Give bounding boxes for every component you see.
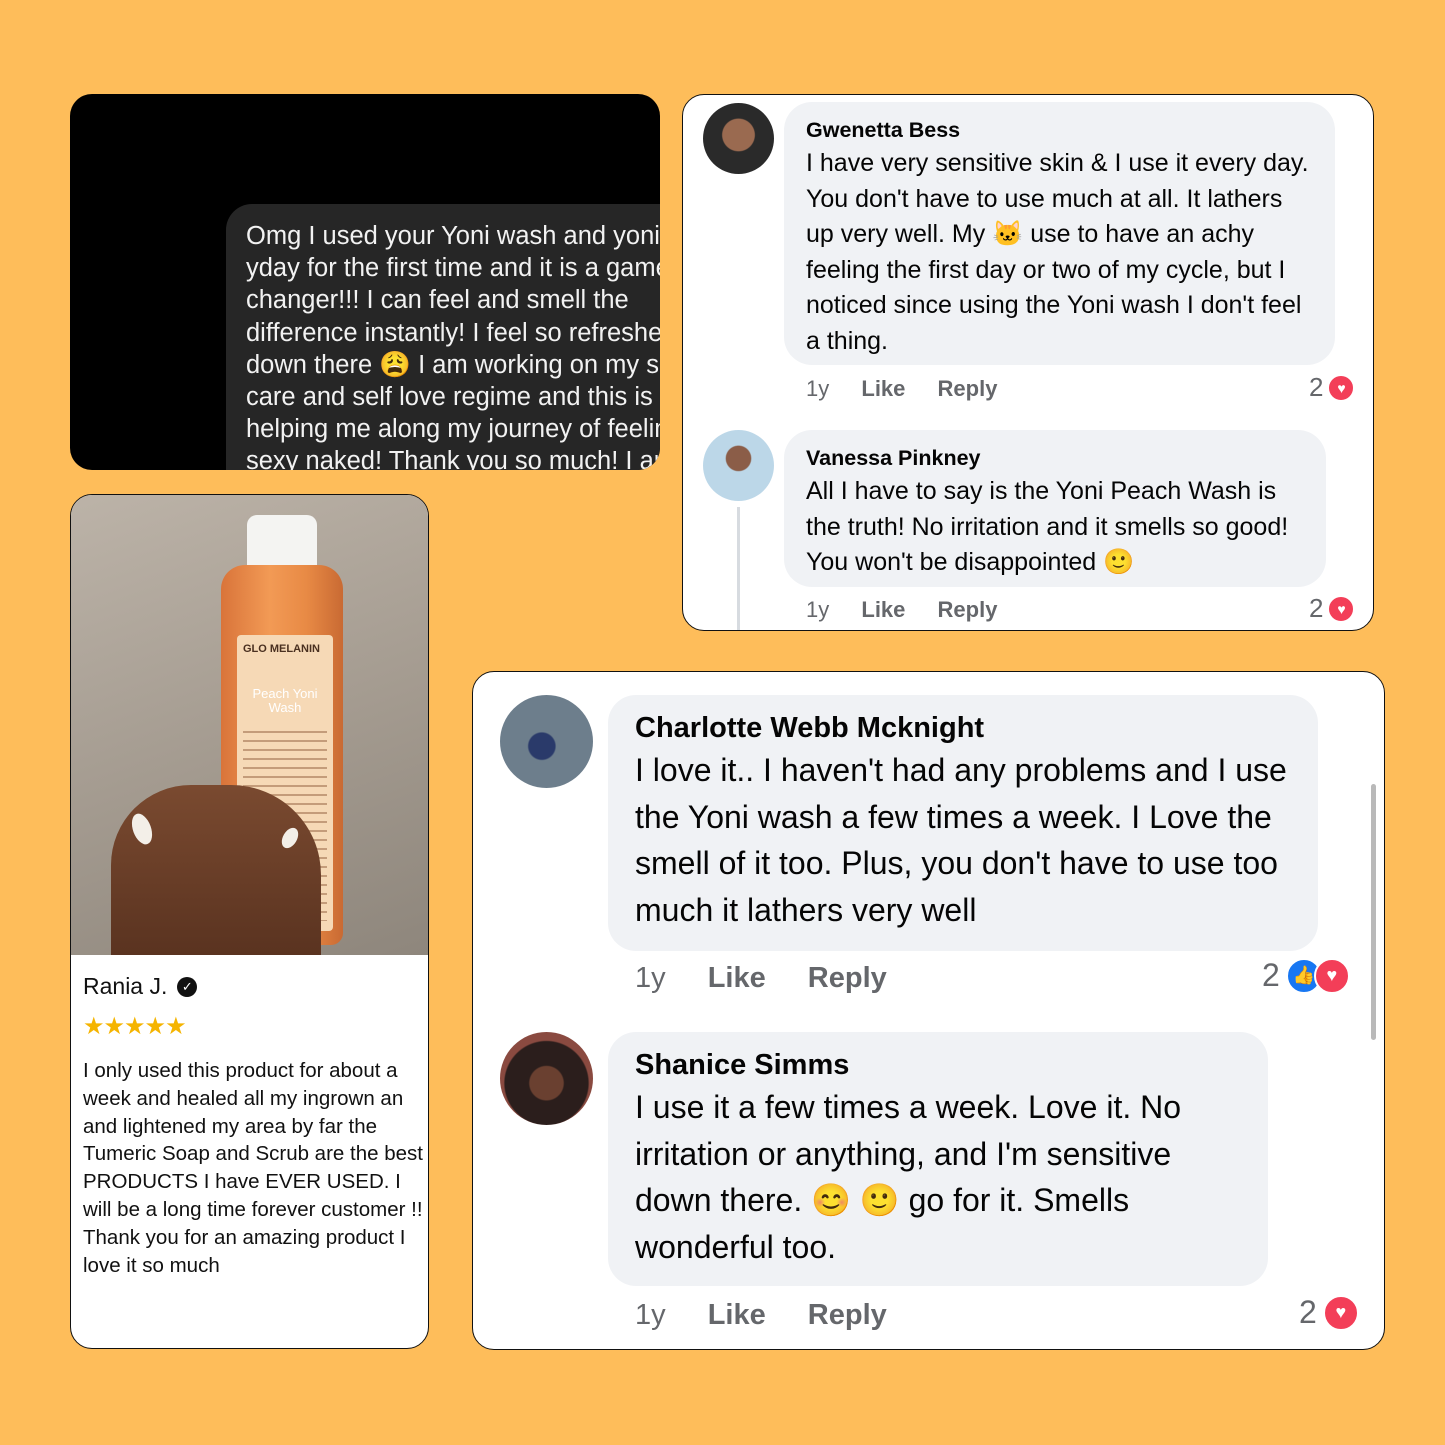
reaction-count[interactable]: 2 ♥ <box>1309 372 1356 403</box>
love-reaction-icon: ♥ <box>1313 957 1350 994</box>
comment-text: All I have to say is the Yoni Peach Wash… <box>806 477 1289 576</box>
comment-actions: 1y Like Reply <box>806 376 997 402</box>
reaction-count[interactable]: 2 ♥ <box>1309 593 1356 624</box>
star-rating: ★★★★★ <box>83 1012 187 1040</box>
commenter-name[interactable]: Shanice Simms <box>635 1046 1244 1084</box>
like-button[interactable]: Like <box>861 376 905 401</box>
reaction-number: 2 <box>1309 372 1324 402</box>
reviewer-name-text: Rania J. <box>83 973 168 999</box>
comment-timestamp[interactable]: 1y <box>635 1299 666 1331</box>
reply-button[interactable]: Reply <box>808 962 887 994</box>
reaction-count[interactable]: 2 ♥ <box>1299 1294 1359 1331</box>
product-photo: GLO MELANIN Peach Yoni Wash <box>71 495 428 955</box>
reaction-number: 2 <box>1299 1294 1317 1330</box>
dm-card: Omg I used your Yoni wash and yoni oil y… <box>70 94 660 470</box>
reviewer-name: Rania J. ✓ <box>83 973 198 1000</box>
avatar[interactable] <box>500 1032 593 1125</box>
comment-timestamp[interactable]: 1y <box>635 962 666 994</box>
comment-bubble: Gwenetta Bess I have very sensitive skin… <box>784 102 1335 365</box>
love-reaction-icon: ♥ <box>1327 373 1356 402</box>
facebook-comments-card-bottom: Charlotte Webb Mcknight I love it.. I ha… <box>472 671 1385 1350</box>
avatar[interactable] <box>703 430 774 501</box>
scrollbar[interactable] <box>1371 784 1376 1040</box>
bottle-brand: GLO MELANIN <box>243 643 320 655</box>
love-reaction-icon: ♥ <box>1327 594 1356 623</box>
like-button[interactable]: Like <box>708 1299 766 1331</box>
dm-message-bubble: Omg I used your Yoni wash and yoni oil y… <box>226 204 660 470</box>
reply-button[interactable]: Reply <box>938 597 998 622</box>
comment-bubble: Shanice Simms I use it a few times a wee… <box>608 1032 1268 1286</box>
dm-message-text: Omg I used your Yoni wash and yoni oil y… <box>246 222 660 470</box>
reaction-count[interactable]: 2 👍 ♥ <box>1262 957 1350 994</box>
product-review-card: GLO MELANIN Peach Yoni Wash Rania J. ✓ ★… <box>70 494 429 1349</box>
hand <box>111 785 321 955</box>
commenter-name[interactable]: Gwenetta Bess <box>806 116 1315 144</box>
commenter-name[interactable]: Vanessa Pinkney <box>806 444 1306 472</box>
reaction-number: 2 <box>1309 593 1324 623</box>
comment-text: I love it.. I haven't had any problems a… <box>635 752 1287 928</box>
reply-button[interactable]: Reply <box>938 376 998 401</box>
comment-actions: 1y Like Reply <box>635 962 887 995</box>
reaction-number: 2 <box>1262 957 1280 993</box>
comment-actions: 1y Like Reply <box>806 597 997 623</box>
comment-text: I have very sensitive skin & I use it ev… <box>806 149 1309 355</box>
bottle-product-name: Peach Yoni Wash <box>252 686 318 715</box>
like-button[interactable]: Like <box>861 597 905 622</box>
commenter-name[interactable]: Charlotte Webb Mcknight <box>635 709 1294 747</box>
avatar[interactable] <box>500 695 593 788</box>
review-text: I only used this product for about a wee… <box>83 1059 423 1277</box>
thread-connector <box>737 507 740 630</box>
comment-text: I use it a few times a week. Love it. No… <box>635 1089 1182 1265</box>
comment-timestamp[interactable]: 1y <box>806 376 829 401</box>
like-button[interactable]: Like <box>708 962 766 994</box>
love-reaction-icon: ♥ <box>1322 1294 1359 1331</box>
facebook-comments-card-top: Gwenetta Bess I have very sensitive skin… <box>682 94 1374 631</box>
comment-timestamp[interactable]: 1y <box>806 597 829 622</box>
avatar[interactable] <box>703 103 774 174</box>
comment-actions: 1y Like Reply <box>635 1299 887 1332</box>
reply-button[interactable]: Reply <box>808 1299 887 1331</box>
comment-bubble: Charlotte Webb Mcknight I love it.. I ha… <box>608 695 1318 951</box>
comment-bubble: Vanessa Pinkney All I have to say is the… <box>784 430 1326 587</box>
verified-check-icon: ✓ <box>177 976 198 997</box>
